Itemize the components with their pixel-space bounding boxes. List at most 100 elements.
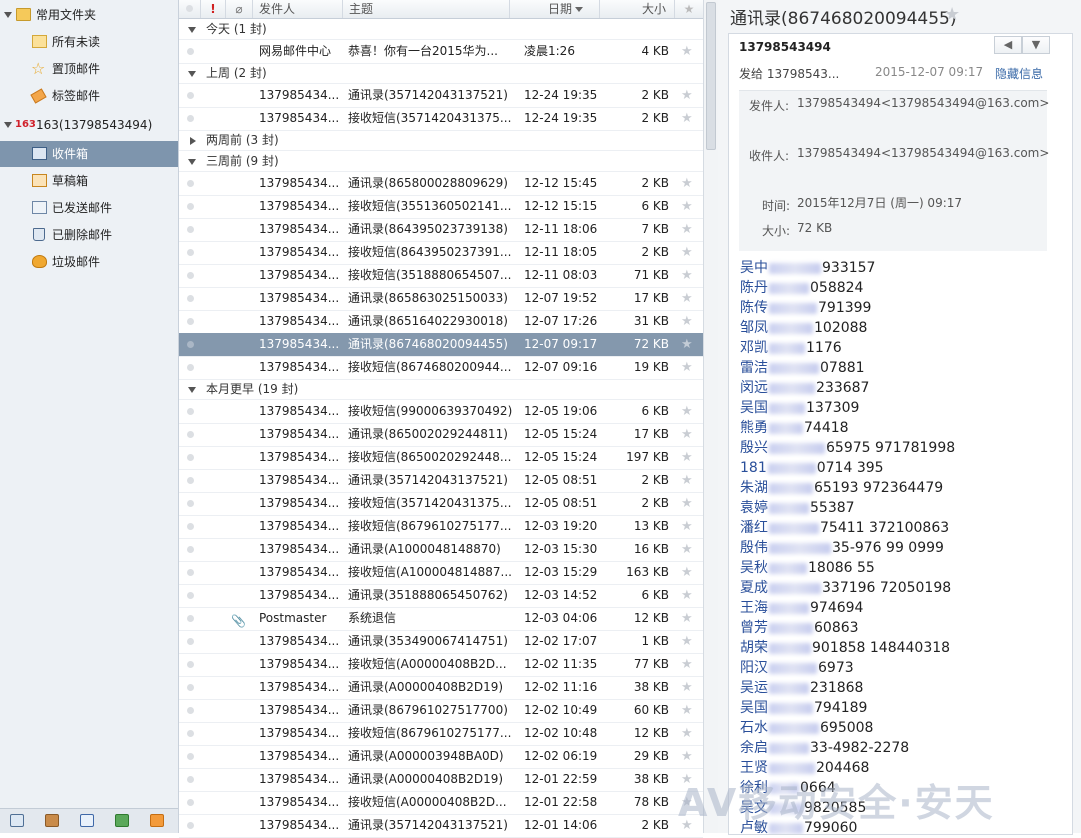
star-icon[interactable]: ★ [681, 722, 693, 745]
star-icon[interactable]: ★ [681, 538, 693, 561]
star-icon[interactable]: ★ [681, 40, 693, 63]
sidebar-item-junk[interactable]: 垃圾邮件 [0, 249, 178, 275]
message-row[interactable]: 137985434... 通讯录(A1000048148870) 12-03 15:… [179, 538, 703, 562]
star-icon[interactable]: ★ [681, 310, 693, 333]
message-row[interactable]: 137985434... 通讯录(357142043137521) 12-24 19… [179, 84, 703, 108]
read-dot-icon[interactable] [187, 822, 194, 829]
message-row[interactable]: 137985434... 接收短信(A00000408B2D... 12-01 22… [179, 791, 703, 815]
message-row[interactable]: 137985434... 通讯录(351888065450762) 12-03 14… [179, 584, 703, 608]
message-row[interactable]: 137985434... 通讯录(865800028809629) 12-12 15… [179, 172, 703, 196]
read-dot-icon[interactable] [187, 249, 194, 256]
sidebar-item-unread[interactable]: 所有未读 [0, 29, 178, 55]
group-header[interactable]: 本月更早 (19 封) [179, 379, 703, 400]
star-icon[interactable]: ★ [681, 607, 693, 630]
contact-name[interactable]: 胡荣 [740, 640, 768, 656]
contact-name[interactable]: 袁婷 [740, 500, 768, 516]
message-row[interactable]: 137985434... 通讯录(357142043137521) 12-05 08… [179, 469, 703, 493]
group-header[interactable]: 上周 (2 封) [179, 63, 703, 84]
read-dot-icon[interactable] [187, 615, 194, 622]
read-dot-icon[interactable] [187, 203, 194, 210]
sidebar-item-sent[interactable]: 已发送邮件 [0, 195, 178, 221]
sidebar-item-tagged[interactable]: 标签邮件 [0, 83, 178, 109]
star-icon[interactable]: ★ [681, 356, 693, 379]
read-dot-icon[interactable] [187, 569, 194, 576]
message-row[interactable]: 📎 Postmaster 系统退信 12-03 04:06 12 KB ★ [179, 607, 703, 631]
col-subject-header[interactable]: 主题 [343, 0, 510, 18]
star-icon[interactable]: ★ [681, 699, 693, 722]
contact-name[interactable]: 石水 [740, 720, 768, 736]
collapse-arrow-icon[interactable] [4, 122, 12, 128]
star-icon[interactable]: ★ [681, 584, 693, 607]
mail-icon[interactable] [10, 814, 24, 827]
group-header[interactable]: 今天 (1 封) [179, 19, 703, 40]
sidebar-item-pinned[interactable]: ☆ 置顶邮件 [0, 56, 178, 82]
col-star-header[interactable]: ★ [675, 0, 703, 18]
message-row[interactable]: 137985434... 接收短信(A00000408B2D... 12-02 11… [179, 653, 703, 677]
star-icon[interactable]: ★ [681, 107, 693, 130]
calendar-icon[interactable] [80, 814, 94, 827]
star-icon[interactable]: ★ [681, 515, 693, 538]
message-row[interactable]: 137985434... 通讯录(865164022930018) 12-07 17… [179, 310, 703, 334]
message-row[interactable]: 137985434... 接收短信(8643950237391... 12-11 1… [179, 241, 703, 265]
message-row[interactable]: 137985434... 接收短信(3571420431375... 12-24 1… [179, 107, 703, 131]
list-scrollbar[interactable] [703, 0, 718, 833]
collapse-arrow-icon[interactable] [188, 71, 196, 77]
contact-name[interactable]: 闵远 [740, 380, 768, 396]
star-icon[interactable]: ★ [681, 241, 693, 264]
message-row[interactable]: 137985434... 通讯录(867468020094455) 12-07 09… [179, 333, 703, 357]
message-row[interactable]: 网易邮件中心 恭喜！你有一台2015华为... 凌晨1:26 4 KB ★ [179, 40, 703, 64]
read-dot-icon[interactable] [187, 799, 194, 806]
sidebar-item-inbox[interactable]: 收件箱 [0, 141, 178, 167]
star-icon[interactable]: ★ [681, 492, 693, 515]
message-row[interactable]: 137985434... 接收短信(8679610275177... 12-03 1… [179, 515, 703, 539]
message-row[interactable]: 137985434... 通讯录(A000003948BA0D) 12-02 06:… [179, 745, 703, 769]
star-icon[interactable]: ★ [681, 287, 693, 310]
contact-name[interactable]: 邓凯 [740, 340, 768, 356]
contact-name[interactable]: 阳汉 [740, 660, 768, 676]
sidebar-account[interactable]: 163 163(13798543494) [0, 112, 178, 138]
contact-name[interactable]: 吴秋 [740, 560, 768, 576]
contact-name[interactable]: 吴国 [740, 400, 768, 416]
group-header[interactable]: 三周前 (9 封) [179, 151, 703, 172]
contact-name[interactable]: 王海 [740, 600, 768, 616]
read-dot-icon[interactable] [187, 272, 194, 279]
read-dot-icon[interactable] [187, 48, 194, 55]
read-dot-icon[interactable] [187, 431, 194, 438]
collapse-arrow-icon[interactable] [188, 387, 196, 393]
col-read-header[interactable] [179, 0, 201, 18]
message-row[interactable]: 137985434... 通讯录(865863025150033) 12-07 19… [179, 287, 703, 311]
message-row[interactable]: 137985434... 接收短信(8674680200944... 12-07 0… [179, 356, 703, 380]
collapse-arrow-icon[interactable] [188, 27, 196, 33]
star-icon[interactable]: ★ [681, 218, 693, 241]
contact-name[interactable]: 殷伟 [740, 540, 768, 556]
sidebar-item-drafts[interactable]: 草稿箱 [0, 168, 178, 194]
message-row[interactable]: 137985434... 通讯录(357142043137521) 12-01 14… [179, 814, 703, 838]
reply-button[interactable]: ◀ [994, 36, 1022, 54]
read-dot-icon[interactable] [187, 546, 194, 553]
message-row[interactable]: 137985434... 接收短信(8650020292448... 12-05 1… [179, 446, 703, 470]
contact-name[interactable]: 181 [740, 460, 767, 476]
read-dot-icon[interactable] [187, 707, 194, 714]
star-icon[interactable]: ★ [681, 423, 693, 446]
read-dot-icon[interactable] [187, 638, 194, 645]
star-icon[interactable]: ★ [681, 653, 693, 676]
message-row[interactable]: 137985434... 接收短信(3551360502141... 12-12 1… [179, 195, 703, 219]
notes-icon[interactable] [115, 814, 129, 827]
message-row[interactable]: 137985434... 接收短信(3518880654507... 12-11 0… [179, 264, 703, 288]
contact-name[interactable]: 熊勇 [740, 420, 768, 436]
contact-name[interactable]: 陈丹 [740, 280, 768, 296]
contact-name[interactable]: 陈传 [740, 300, 768, 316]
col-flag-header[interactable]: ! [201, 0, 226, 18]
read-dot-icon[interactable] [187, 454, 194, 461]
sidebar-item-deleted[interactable]: 已删除邮件 [0, 222, 178, 248]
message-row[interactable]: 137985434... 接收短信(3571420431375... 12-05 0… [179, 492, 703, 516]
rss-icon[interactable] [150, 814, 164, 827]
read-dot-icon[interactable] [187, 753, 194, 760]
read-dot-icon[interactable] [187, 684, 194, 691]
message-row[interactable]: 137985434... 接收短信(8679610275177... 12-02 1… [179, 722, 703, 746]
read-dot-icon[interactable] [187, 523, 194, 530]
message-row[interactable]: 137985434... 接收短信(A100004814887... 12-03 1… [179, 561, 703, 585]
read-dot-icon[interactable] [187, 500, 194, 507]
read-dot-icon[interactable] [187, 364, 194, 371]
contact-name[interactable]: 邹凤 [740, 320, 768, 336]
